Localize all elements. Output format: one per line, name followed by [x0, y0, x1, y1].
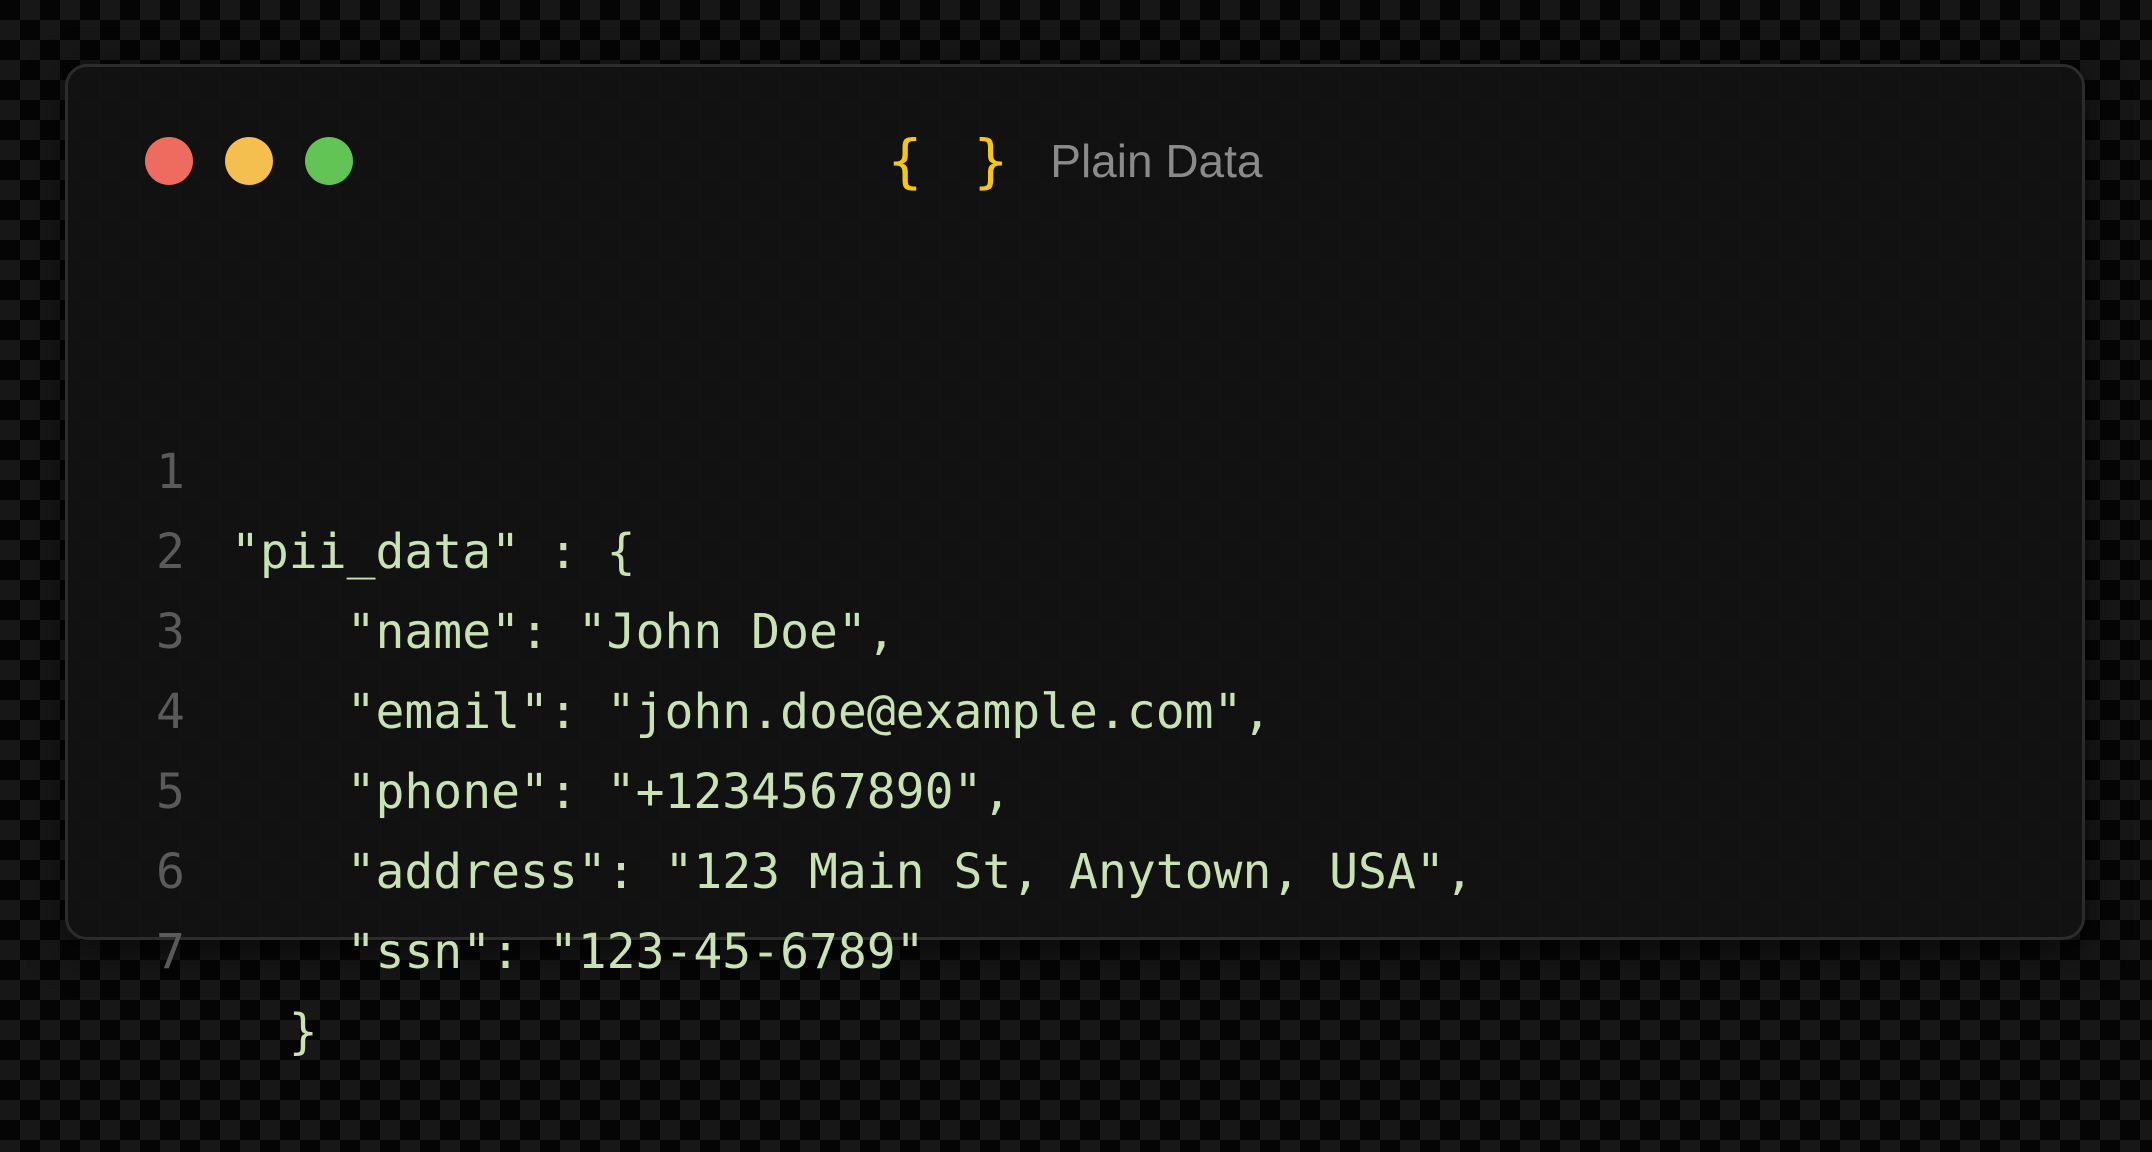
code-line: 4 "phone": "+1234567890", [68, 592, 2082, 820]
title-bar: { } Plain Data [68, 67, 2082, 197]
code-line: 7 } [68, 832, 2082, 1060]
code-line: 2 "name": "John Doe", [68, 432, 2082, 660]
code-line: 5 "address": "123 Main St, Anytown, USA"… [68, 672, 2082, 900]
code-text: } [231, 1004, 318, 1060]
code-line: 3 "email": "john.doe@example.com", [68, 512, 2082, 740]
code-text: "ssn": "123-45-6789" [231, 924, 925, 980]
curly-braces-icon: { } [887, 127, 1017, 195]
window-title: { } Plain Data [68, 129, 2082, 193]
code-line: 1 "pii_data" : { [68, 352, 2082, 580]
line-number: 7 [156, 924, 185, 980]
code-window: { } Plain Data 1 "pii_data" : { 2 "name":… [65, 64, 2085, 1060]
code-line: 6 "ssn": "123-45-6789" [68, 752, 2082, 980]
window-title-text: Plain Data [1050, 135, 1263, 187]
